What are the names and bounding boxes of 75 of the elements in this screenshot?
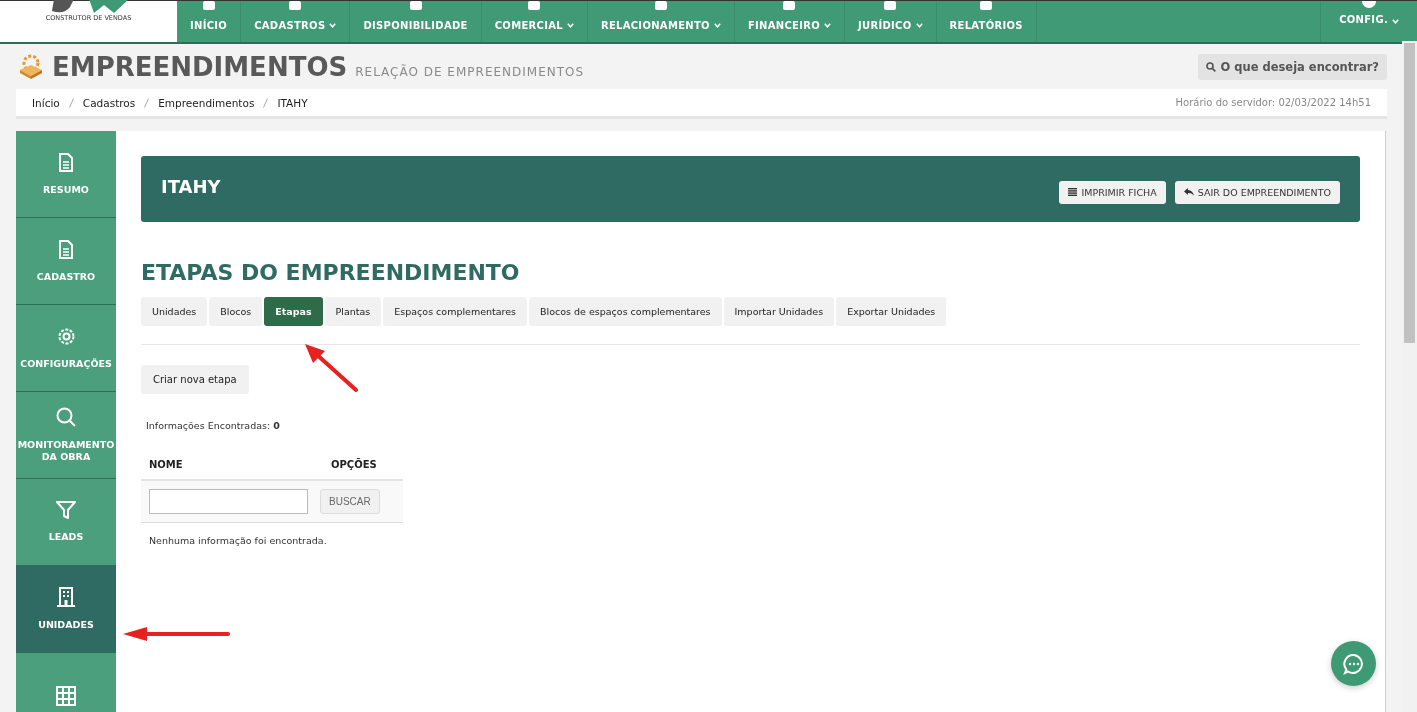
chevron-down-icon [824, 23, 831, 28]
server-time: Horário do servidor: 02/03/2022 14h51 [1175, 97, 1371, 108]
config-menu[interactable]: CONFIG. [1320, 1, 1399, 42]
chevron-down-icon [329, 23, 337, 28]
tab[interactable]: Plantas [324, 297, 382, 326]
page-title: EMPREENDIMENTOS [52, 51, 348, 82]
create-stage-button[interactable]: Criar nova etapa [141, 365, 249, 394]
list-icon [1068, 188, 1078, 196]
search-button[interactable]: BUSCAR [320, 489, 380, 514]
nav-label: RELACIONAMENTO [600, 20, 710, 31]
nav-label: RELATÓRIOS [949, 20, 1023, 31]
nav-menu-item[interactable]: COMERCIAL [481, 1, 588, 42]
page-subtitle: RELAÇÃO DE EMPREENDIMENTOS [355, 64, 585, 79]
nav-menu-item[interactable]: INÍCIO [177, 1, 242, 42]
grid-icon [56, 686, 76, 706]
sidebar-item[interactable]: LEADS [16, 479, 116, 566]
settings-icon [56, 326, 76, 346]
column-header: NOME [149, 459, 184, 470]
tab[interactable]: Espaços complementares [383, 297, 528, 326]
nav-label: DISPONIBILIDADE [363, 20, 468, 31]
nav-menu-item[interactable]: FINANCEIRO [734, 1, 845, 42]
empty-message: Nenhuma informação foi encontrada. [149, 535, 328, 546]
nav-label: JURÍDICO [858, 20, 912, 31]
results-count: Informações Encontradas: 0 [146, 420, 281, 431]
tab[interactable]: Unidades [141, 297, 208, 326]
breadcrumb-link[interactable]: Empreendimentos [158, 96, 255, 109]
breadcrumb-link[interactable]: ITAHY [277, 96, 308, 109]
column-header: OPÇÕES [331, 459, 377, 470]
nav-label: INÍCIO [190, 20, 228, 31]
nav-menu-item[interactable]: DISPONIBILIDADE [350, 1, 482, 42]
annotation-arrow [303, 343, 359, 393]
chevron-down-icon [1392, 19, 1399, 24]
tab[interactable]: Exportar Unidades [836, 297, 947, 326]
tab[interactable]: Blocos de espaços complementares [529, 297, 722, 326]
chevron-down-icon [566, 23, 574, 28]
nav-menu-item[interactable]: RELATÓRIOS [936, 1, 1037, 42]
sidebar-item[interactable]: RESUMO [16, 131, 116, 218]
name-filter-field[interactable] [149, 489, 308, 514]
nav-label: COMERCIAL [494, 20, 563, 31]
sidebar-item[interactable]: CONFIGURAÇÕES [16, 305, 116, 392]
building-icon [57, 587, 75, 608]
nav-label: FINANCEIRO [747, 20, 820, 31]
document-icon [58, 239, 74, 259]
breadcrumb-link[interactable]: Cadastros [82, 96, 136, 109]
chat-bubble-icon [1342, 652, 1365, 675]
document-icon [58, 152, 74, 172]
funnel-icon [56, 501, 76, 520]
reply-arrow-icon [1183, 188, 1194, 196]
nav-menu-item[interactable]: JURÍDICO [845, 1, 937, 42]
gear-icon [1360, 1, 1379, 9]
print-button[interactable]: IMPRIMIR FICHA [1059, 180, 1166, 204]
breadcrumb-link[interactable]: Início [32, 96, 60, 109]
slash-separator-icon [144, 97, 150, 108]
tab[interactable]: Importar Unidades [723, 297, 835, 326]
search-icon [56, 407, 76, 428]
sidebar-item[interactable]: CADASTRO [16, 218, 116, 305]
project-name: ITAHY [161, 175, 221, 197]
slash-separator-icon [263, 97, 269, 108]
chevron-down-icon [713, 23, 721, 28]
sidebar-item[interactable]: MONITORAMENTO DA OBRA [16, 392, 116, 479]
building-gear-icon [18, 53, 44, 80]
slash-separator-icon [68, 97, 74, 108]
tab[interactable]: Etapas [264, 297, 323, 326]
scrollbar-thumb[interactable] [1404, 43, 1415, 343]
search-button[interactable]: O que deseja encontrar? [1198, 53, 1387, 80]
nav-menu-item[interactable]: RELACIONAMENTO [587, 1, 735, 42]
nav-menu-item[interactable]: CADASTROS [241, 1, 351, 42]
section-title: ETAPAS DO EMPREENDIMENTO [141, 260, 521, 285]
nav-label: CADASTROS [254, 20, 326, 31]
exit-button[interactable]: SAIR DO EMPREENDIMENTO [1174, 180, 1340, 204]
chevron-down-icon [915, 23, 923, 28]
nav-label: CONFIG. [1339, 14, 1388, 25]
tab[interactable]: Blocos [209, 297, 263, 326]
sidebar-item[interactable]: UNIDADES [16, 566, 116, 653]
search-icon [1206, 61, 1217, 72]
